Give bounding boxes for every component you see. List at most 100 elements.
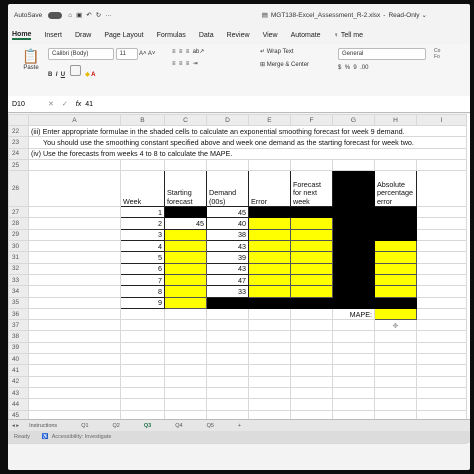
starting-forecast-input[interactable]	[164, 228, 207, 242]
enter-icon[interactable]: ✓	[62, 100, 68, 108]
home-icon[interactable]: ⌂	[68, 12, 72, 19]
ape-input[interactable]	[374, 285, 417, 298]
black-cell[interactable]	[290, 206, 333, 219]
ape-input[interactable]	[374, 240, 417, 253]
starting-forecast-input[interactable]	[164, 273, 207, 287]
sheet-tab[interactable]: Q4	[175, 423, 182, 429]
black-cell[interactable]	[248, 296, 291, 309]
col-header[interactable]: D	[206, 114, 249, 126]
week-cell[interactable]: 4	[120, 240, 165, 253]
percent-button[interactable]: %	[345, 65, 350, 71]
black-cell[interactable]	[332, 296, 375, 309]
black-cell[interactable]	[164, 206, 207, 219]
instruction-text[interactable]: (iii) Enter appropriate formulae in the …	[28, 124, 467, 138]
spreadsheet-grid[interactable]: A B C D E F G H I 22 (iii) Enter appropri…	[8, 114, 470, 445]
demand-cell[interactable]: 39	[206, 251, 249, 264]
increase-font-icon[interactable]: A˄	[139, 51, 147, 57]
col-header[interactable]: F	[290, 114, 333, 126]
add-sheet-button[interactable]: +	[238, 423, 241, 429]
chevron-down-icon[interactable]: ⌄	[422, 11, 427, 19]
week-cell[interactable]: 7	[120, 273, 165, 287]
week-cell[interactable]: 3	[120, 228, 165, 242]
error-input[interactable]	[248, 240, 291, 253]
starting-forecast-cell[interactable]: 45	[164, 217, 207, 230]
black-cell[interactable]	[332, 206, 375, 219]
forecast-input[interactable]	[290, 217, 333, 230]
black-cell[interactable]	[332, 262, 375, 275]
more-icon[interactable]: ···	[105, 12, 112, 19]
ape-input[interactable]	[374, 273, 417, 287]
demand-header[interactable]: Demand (00s)	[206, 170, 249, 208]
forecast-input[interactable]	[290, 251, 333, 264]
week-cell[interactable]: 1	[120, 206, 165, 219]
black-cell[interactable]	[374, 296, 417, 309]
black-cell[interactable]	[332, 217, 375, 230]
tab-formulas[interactable]: Formulas	[157, 32, 186, 39]
black-cell[interactable]	[332, 251, 375, 264]
black-cell[interactable]	[374, 228, 417, 242]
sheet-tab-active[interactable]: Q3	[144, 423, 151, 429]
font-color-icon[interactable]: A	[91, 72, 95, 78]
autosave-toggle[interactable]	[48, 11, 63, 19]
align-left-icon[interactable]: ≡	[172, 61, 176, 67]
sheet-tab[interactable]: Q5	[207, 423, 214, 429]
error-input[interactable]	[248, 251, 291, 264]
conditional-format-icon[interactable]: Co Fo	[434, 48, 440, 60]
black-cell[interactable]	[332, 228, 375, 242]
black-cell[interactable]	[206, 296, 249, 309]
bold-button[interactable]: B	[48, 72, 52, 78]
ape-input[interactable]	[374, 262, 417, 275]
starting-forecast-input[interactable]	[164, 285, 207, 298]
name-box[interactable]: D10	[12, 101, 48, 108]
sheet-tab[interactable]: Q1	[81, 423, 88, 429]
comma-button[interactable]: 9	[353, 65, 356, 71]
wrap-text-button[interactable]: Wrap Text	[267, 49, 294, 55]
error-header[interactable]: Error	[248, 170, 291, 208]
starting-forecast-input[interactable]	[164, 251, 207, 264]
scroll-tabs-icon[interactable]: ◂ ▸	[12, 423, 19, 429]
demand-cell[interactable]: 40	[206, 217, 249, 230]
tab-review[interactable]: Review	[227, 32, 250, 39]
demand-cell[interactable]: 38	[206, 228, 249, 242]
font-size-select[interactable]: 11	[115, 48, 138, 60]
mape-input[interactable]	[374, 307, 417, 321]
tab-view[interactable]: View	[263, 32, 278, 39]
demand-cell[interactable]: 33	[206, 285, 249, 298]
sheet-tab[interactable]: Instructions	[29, 423, 57, 429]
orientation-icon[interactable]: ab↗	[193, 49, 205, 55]
italic-button[interactable]: I	[56, 72, 58, 78]
tab-automate[interactable]: Automate	[291, 32, 321, 39]
indent-icon[interactable]: ⇥	[193, 61, 198, 67]
tab-draw[interactable]: Draw	[75, 32, 91, 39]
sheet-tab[interactable]: Q2	[113, 423, 120, 429]
week-cell[interactable]: 5	[120, 251, 165, 264]
font-name-select[interactable]: Calibri (Body)	[48, 48, 114, 60]
col-header[interactable]: E	[248, 114, 291, 126]
col-header[interactable]: B	[120, 114, 165, 126]
week-cell[interactable]: 9	[120, 296, 165, 309]
decimal-icon[interactable]: .00	[360, 65, 368, 71]
accessibility-status[interactable]: Accessibility: Investigate	[52, 434, 112, 440]
week-cell[interactable]: 8	[120, 285, 165, 298]
borders-icon[interactable]	[70, 65, 82, 76]
starting-forecast-input[interactable]	[164, 262, 207, 275]
redo-icon[interactable]: ↻	[96, 11, 101, 19]
function-icon[interactable]: fx	[76, 101, 81, 108]
col-header[interactable]: C	[164, 114, 207, 126]
forecast-next-header[interactable]: Forecast for next week	[290, 170, 333, 208]
demand-cell[interactable]: 45	[206, 206, 249, 219]
black-cell[interactable]	[290, 296, 333, 309]
week-header[interactable]: Week	[120, 170, 165, 208]
ape-input[interactable]	[374, 251, 417, 264]
align-right-icon[interactable]: ≡	[186, 61, 190, 67]
demand-cell[interactable]: 43	[206, 262, 249, 275]
error-input[interactable]	[248, 228, 291, 242]
demand-cell[interactable]: 47	[206, 273, 249, 287]
paste-button[interactable]: 📋 Paste	[14, 48, 48, 71]
black-cell[interactable]	[332, 285, 375, 298]
cancel-icon[interactable]: ✕	[48, 100, 54, 108]
col-header[interactable]: G	[332, 114, 375, 126]
error-input[interactable]	[248, 273, 291, 287]
week-cell[interactable]: 6	[120, 262, 165, 275]
merge-center-button[interactable]: Merge & Center	[267, 62, 309, 68]
